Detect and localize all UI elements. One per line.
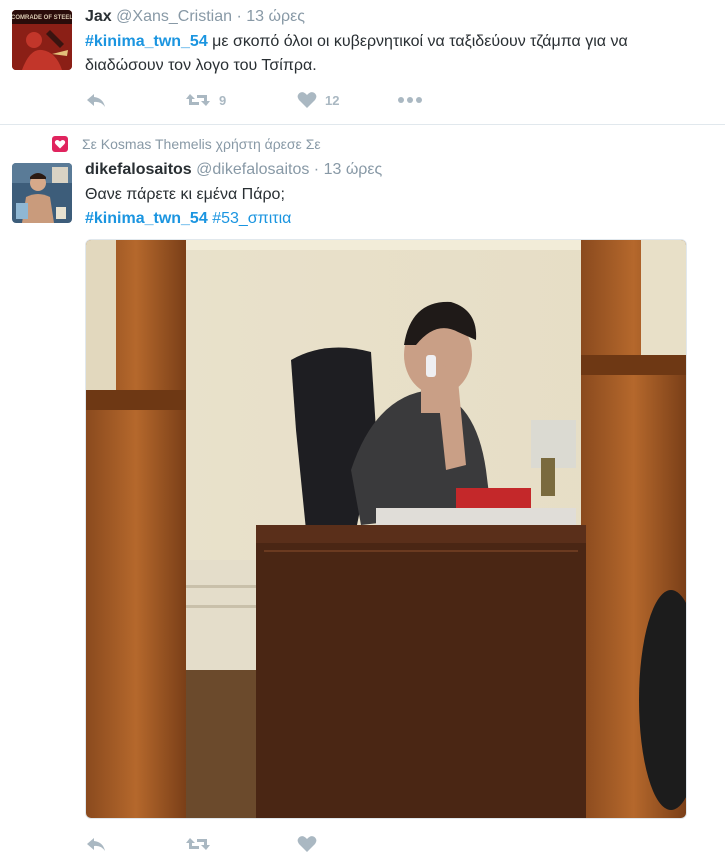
timestamp[interactable]: · 13 ώρες <box>314 161 382 178</box>
retweet-icon <box>186 838 210 850</box>
timestamp[interactable]: · 13 ώρες <box>236 8 304 25</box>
tweet-actions: 9 12 <box>85 88 423 112</box>
tweet-photo[interactable] <box>85 239 687 819</box>
tweet-divider <box>0 124 725 125</box>
avatar-image <box>12 163 72 223</box>
svg-text:COMRADE OF STEEL: COMRADE OF STEEL <box>12 15 72 21</box>
avatar[interactable]: COMRADE OF STEEL <box>12 10 72 70</box>
heart-icon <box>297 92 317 108</box>
hashtag-link[interactable]: #kinima_twn_54 <box>85 33 208 50</box>
reply-icon <box>87 838 105 851</box>
heart-icon <box>297 836 317 852</box>
like-button[interactable]: 12 <box>297 91 397 109</box>
reply-button[interactable] <box>85 91 185 109</box>
retweet-icon <box>186 94 210 106</box>
avatar[interactable] <box>12 163 72 223</box>
more-button[interactable] <box>397 96 423 104</box>
retweet-button[interactable] <box>185 835 297 853</box>
tweet-text: Θανε πάρετε κι εμένα Πάρο; #kinima_twn_5… <box>85 183 705 231</box>
reply-button[interactable] <box>85 835 185 853</box>
like-count: 12 <box>325 92 340 108</box>
social-context[interactable]: Σε Kosmas Themelis χρήστη άρεσε Σε <box>52 136 321 152</box>
tweet-body: Θανε πάρετε κι εμένα Πάρο; <box>85 186 285 203</box>
author-name[interactable]: dikefalosaitos <box>85 161 192 178</box>
tweet-actions <box>85 832 317 856</box>
more-icon <box>398 97 422 103</box>
office-photo-image <box>86 240 686 818</box>
author-name[interactable]: Jax <box>85 8 112 25</box>
tweet-text: #kinima_twn_54 με σκοπό όλοι οι κυβερνητ… <box>85 30 705 78</box>
retweet-button[interactable]: 9 <box>185 91 297 109</box>
hashtag-link[interactable]: #53_σπιτια <box>212 210 291 227</box>
like-badge-icon <box>52 136 68 152</box>
tweet-1[interactable]: COMRADE OF STEEL Jax @Xans_Cristian · 13… <box>0 0 725 124</box>
author-handle[interactable]: @dikefalosaitos <box>196 161 309 178</box>
like-button[interactable] <box>297 835 317 853</box>
reply-icon <box>87 94 105 107</box>
hashtag-link[interactable]: #kinima_twn_54 <box>85 210 208 227</box>
author-handle[interactable]: @Xans_Cristian <box>116 8 232 25</box>
retweet-count: 9 <box>219 92 227 108</box>
avatar-image: COMRADE OF STEEL <box>12 10 72 70</box>
social-context-text: Σε Kosmas Themelis χρήστη άρεσε Σε <box>82 136 321 152</box>
